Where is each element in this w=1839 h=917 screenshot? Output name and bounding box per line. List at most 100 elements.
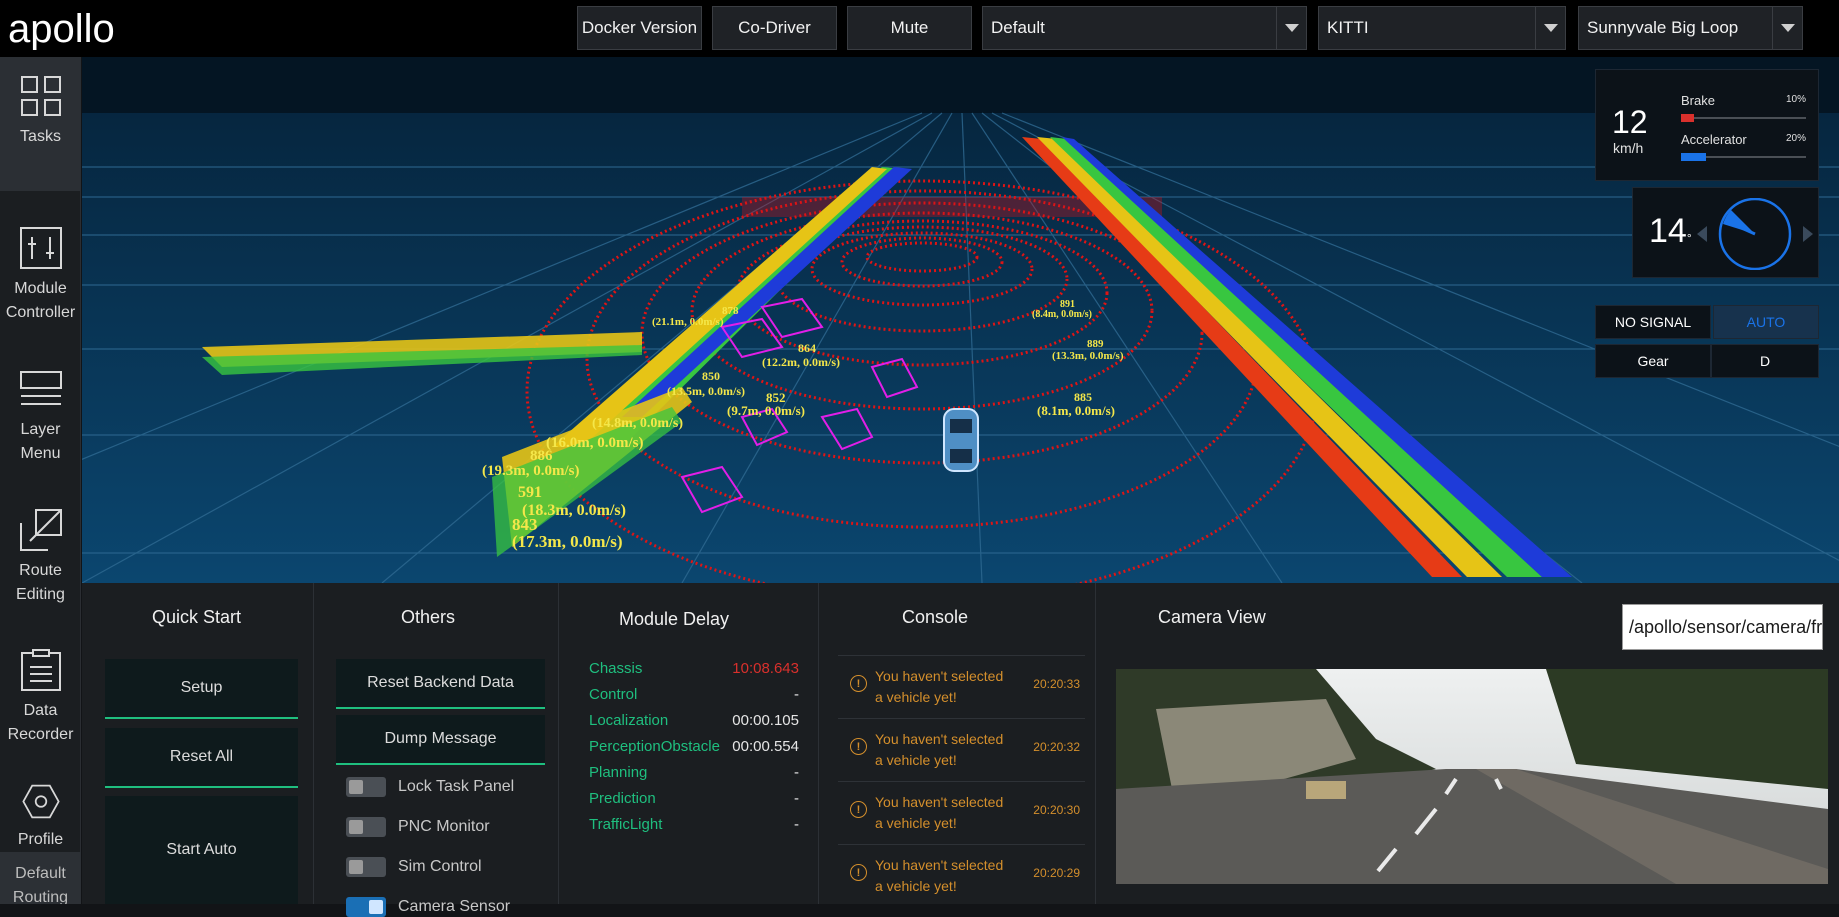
console-message-text: You haven't selected a vehicle yet! [875,857,1004,894]
brake-bar [1681,114,1806,122]
sim-control-toggle[interactable] [346,857,386,877]
reset-backend-data-button[interactable]: Reset Backend Data [336,659,545,709]
delay-name: Control [589,686,638,703]
console-message-time: 20:20:29 [1033,866,1080,880]
delay-value: - [794,686,799,703]
delay-name: Planning [589,764,648,781]
delay-row-prediction: Prediction - [589,790,799,810]
point-cloud-canvas: (17.3m, 0.0m/s) 843 (18.3m, 0.0m/s) 591 … [82,57,1839,583]
obstacle-label: (19.3m, 0.0m/s) [482,463,580,479]
delay-row-localization: Localization 00:00.105 [589,712,799,732]
obstacle-id: 591 [518,484,542,501]
camera-sensor-toggle[interactable] [346,897,386,917]
delay-value: - [794,816,799,833]
scene-view[interactable]: (17.3m, 0.0m/s) 843 (18.3m, 0.0m/s) 591 … [82,57,1839,583]
route-icon [19,509,62,551]
sim-control-label: Sim Control [398,858,482,875]
console-message: ! You haven't selected a vehicle yet! 20… [838,655,1085,717]
delay-name: Prediction [589,790,656,807]
apollo-logo: apollo [8,7,133,51]
obstacle-id: 889 [1087,338,1104,350]
quick-start-panel: Quick Start Setup Reset All Start Auto [82,583,314,904]
sidebar-item-tasks[interactable]: Tasks [0,57,81,191]
console-message-text: You haven't selected a vehicle yet! [875,794,1004,831]
camera-topic-select[interactable]: /apollo/sensor/camera/front_6mm/image [1622,604,1823,650]
obstacle-label: (8.1m, 0.0m/s) [1037,403,1115,418]
obstacle-id: 864 [798,341,816,355]
console-message-time: 20:20:32 [1033,740,1080,754]
start-auto-button[interactable]: Start Auto [105,796,298,904]
mute-button[interactable]: Mute [847,6,972,50]
delay-name: TrafficLight [589,816,663,833]
console-message-time: 20:20:30 [1033,803,1080,817]
co-driver-button[interactable]: Co-Driver [712,6,837,50]
accelerator-bar-fill [1681,153,1706,161]
warning-icon: ! [850,738,867,755]
obstacle-label: (16.0m, 0.0m/s) [546,435,644,451]
delay-value: 00:00.105 [732,712,799,729]
dump-message-button[interactable]: Dump Message [336,715,545,765]
reset-all-button[interactable]: Reset All [105,728,298,788]
speed-value: 12 [1612,104,1648,140]
obstacle-label: (17.3m, 0.0m/s) [512,532,622,551]
map-select-value: Sunnyvale Big Loop [1587,18,1739,37]
default-routing-button[interactable]: Default Routing [0,852,81,904]
sidebar-item-profile[interactable]: Profile [0,747,81,852]
delay-row-chassis: Chassis 10:08.643 [589,660,799,680]
sidebar-item-label: Route Editing [16,562,65,603]
warning-icon: ! [850,675,867,692]
camera-view-title: Camera View [1158,607,1266,627]
sidebar-item-label: Profile [17,831,64,848]
sliders-icon [19,227,62,269]
console-message-time: 20:20:33 [1033,677,1080,691]
chevron-down-icon[interactable] [1535,7,1565,49]
map-select[interactable]: Sunnyvale Big Loop [1578,6,1803,50]
speed-unit: km/h [1613,140,1644,156]
console-message: ! You haven't selected a vehicle yet! 20… [838,718,1085,780]
warning-icon: ! [850,864,867,881]
obstacle-label: (13.5m, 0.0m/s) [667,384,745,398]
clipboard-icon [20,649,61,691]
driving-mode-status: AUTO [1713,305,1819,339]
mode-select-value: Default [991,18,1045,37]
sidebar-item-module-controller[interactable]: Module Controller [0,191,81,325]
top-bar: apollo Docker Version Co-Driver Mute Def… [0,0,1839,57]
speed-panel: 12 km/h Brake 10% Accelerator 20% [1595,69,1819,181]
mode-select[interactable]: Default [982,6,1307,50]
vehicle-select[interactable]: KITTI [1318,6,1566,50]
vehicle-select-value: KITTI [1327,18,1369,37]
camera-sensor-label: Camera Sensor [398,898,511,915]
turn-signal-status: NO SIGNAL [1595,305,1711,339]
delay-row-perception-obstacle: PerceptionObstacle 00:00.554 [589,738,799,758]
console-message: ! You haven't selected a vehicle yet! 20… [838,781,1085,843]
warning-icon: ! [850,801,867,818]
ego-vehicle [943,408,979,472]
delay-value: 00:00.554 [732,738,799,755]
obstacle-label: (21.1m, 0.0m/s) [652,316,724,328]
sidebar-item-label: Tasks [20,128,61,145]
obstacle-label: (18.3m, 0.0m/s) [522,502,626,519]
sidebar-item-route-editing[interactable]: Route Editing [0,473,81,607]
sidebar-item-data-recorder[interactable]: Data Recorder [0,613,81,747]
pnc-monitor-toggle[interactable] [346,817,386,837]
obstacle-label: (8.4m, 0.0m/s) [1032,309,1092,320]
camera-topic-value: /apollo/sensor/camera/front_6mm/image [1629,616,1823,637]
others-title: Others [401,607,456,627]
grid-icon [20,76,61,116]
steering-panel: 14° [1632,187,1819,278]
setup-button[interactable]: Setup [105,659,298,719]
sidebar-item-label: Layer Menu [20,421,61,462]
others-panel: Others Reset Backend Data Dump Message [314,583,559,904]
lock-task-panel-toggle[interactable] [346,777,386,797]
steering-value: 14° [1649,212,1692,250]
accelerator-bar [1681,153,1806,161]
chevron-down-icon[interactable] [1276,7,1306,49]
layers-icon [19,371,62,405]
sidebar-item-layer-menu[interactable]: Layer Menu [0,332,81,466]
module-delay-title: Module Delay [619,609,730,629]
camera-image [1116,669,1828,884]
obstacle-label: (13.3m, 0.0m/s) [1052,350,1124,362]
docker-version-button[interactable]: Docker Version [577,6,702,50]
sidebar-item-label: Data Recorder [7,702,74,743]
chevron-down-icon[interactable] [1772,7,1802,49]
